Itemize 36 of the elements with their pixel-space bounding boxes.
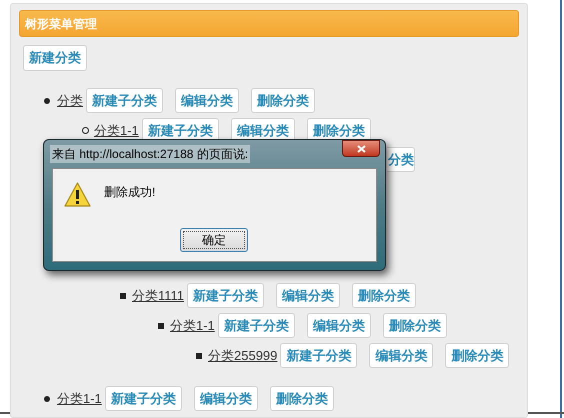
panel-title: 树形菜单管理: [25, 16, 97, 32]
close-button[interactable]: [342, 140, 380, 157]
category-link[interactable]: 分类1-1: [57, 388, 102, 408]
delete-category-button[interactable]: 删除分类: [382, 313, 447, 338]
edit-category-button[interactable]: 编辑分类: [175, 88, 239, 113]
ok-button[interactable]: 确定: [180, 228, 248, 252]
bullet-icon: [44, 396, 50, 402]
category-link[interactable]: 分类: [57, 90, 83, 110]
bullet-icon: [120, 292, 126, 298]
category-button[interactable]: 分类: [387, 147, 415, 172]
bullet-icon: [44, 98, 50, 104]
bullet-icon: [158, 322, 164, 328]
warning-icon: [64, 182, 91, 207]
bullet-icon: [82, 127, 89, 134]
dialog-title: 来自 http://localhost:27188 的页面说:: [50, 145, 250, 163]
new-subcategory-button[interactable]: 新建子分类: [104, 386, 182, 411]
delete-category-button[interactable]: 删除分类: [352, 283, 416, 308]
new-category-button[interactable]: 新建分类: [23, 45, 87, 71]
delete-category-button[interactable]: 删除分类: [445, 343, 510, 368]
new-subcategory-button[interactable]: 新建子分类: [86, 88, 163, 113]
delete-category-button[interactable]: 删除分类: [270, 386, 334, 411]
new-subcategory-button[interactable]: 新建子分类: [187, 283, 264, 308]
edit-category-button[interactable]: 编辑分类: [194, 386, 258, 411]
category-link[interactable]: 分类255999: [208, 346, 278, 366]
category-link[interactable]: 分类1-1: [94, 120, 139, 140]
new-subcategory-button[interactable]: 新建子分类: [280, 343, 358, 368]
bullet-icon: [196, 352, 202, 358]
edit-category-button[interactable]: 编辑分类: [276, 283, 340, 308]
edit-category-button[interactable]: 编辑分类: [369, 343, 434, 368]
delete-category-button[interactable]: 删除分类: [251, 88, 315, 113]
close-icon: [356, 144, 366, 152]
new-subcategory-button[interactable]: 新建子分类: [218, 313, 295, 338]
edit-category-button[interactable]: 编辑分类: [306, 313, 371, 338]
dialog-message: 删除成功!: [104, 184, 156, 201]
category-link[interactable]: 分类1-1: [170, 316, 215, 336]
category-link[interactable]: 分类1111: [132, 286, 184, 306]
